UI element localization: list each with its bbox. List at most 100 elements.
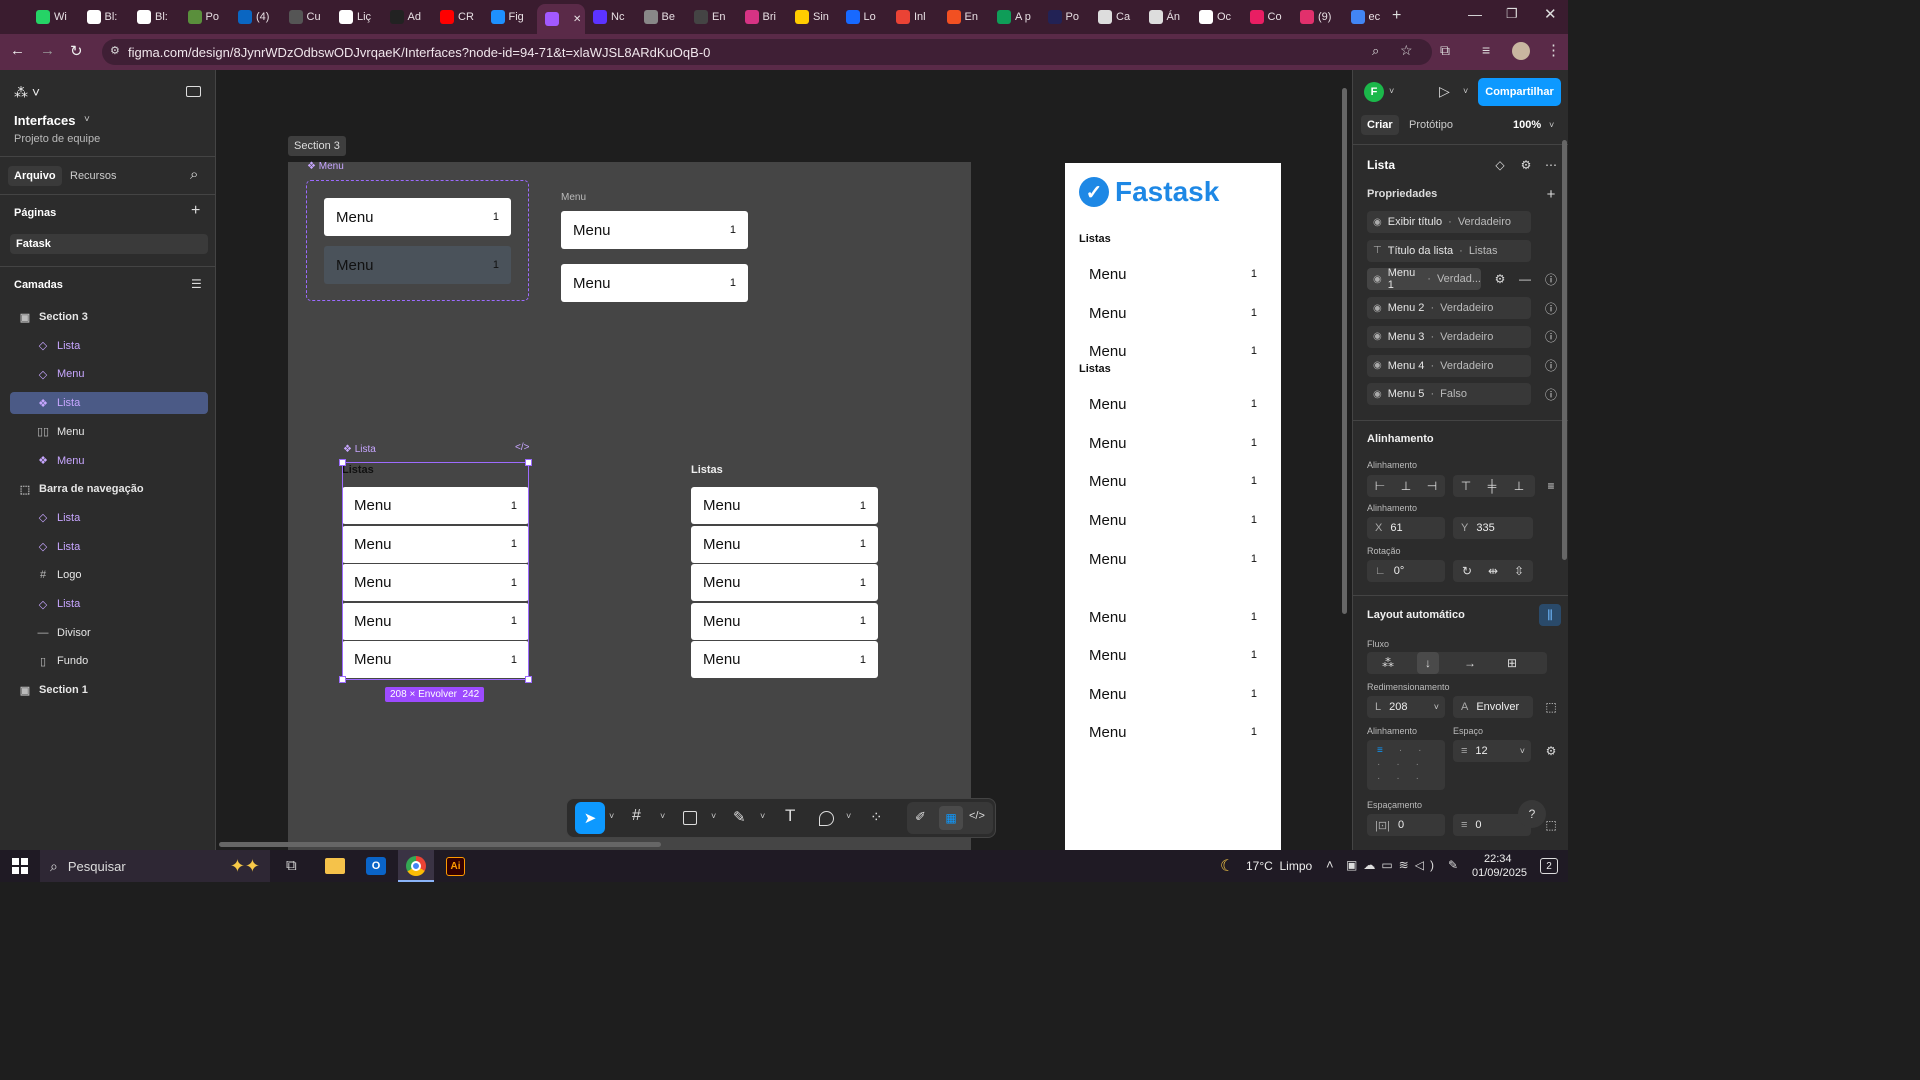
browser-tab[interactable]: Ca bbox=[1098, 6, 1144, 28]
back-icon[interactable]: ← bbox=[10, 42, 25, 59]
menu-instance[interactable]: Menu 1 bbox=[561, 264, 748, 302]
dev-mode-icon[interactable]: </> bbox=[969, 810, 985, 822]
rotate-icon[interactable]: ↻ bbox=[1456, 560, 1478, 582]
tray-chevron-icon[interactable]: ˄ bbox=[1326, 857, 1334, 872]
move-tool-button[interactable]: ➤ bbox=[575, 802, 605, 834]
info-icon[interactable]: ⓘ bbox=[1540, 355, 1562, 377]
chrome-icon[interactable] bbox=[398, 850, 434, 882]
resize-handle[interactable] bbox=[525, 676, 532, 683]
new-tab-button[interactable]: + bbox=[1392, 7, 1401, 25]
browser-tab[interactable]: Liç bbox=[339, 6, 385, 28]
align-right-icon[interactable]: ⊣ bbox=[1421, 475, 1443, 497]
browser-tab[interactable]: En bbox=[946, 6, 993, 28]
browser-tab[interactable]: Bl: bbox=[86, 6, 133, 28]
layer-item[interactable]: ❖ Lista bbox=[10, 392, 208, 415]
browser-tab[interactable]: Án bbox=[1148, 6, 1195, 28]
chevron-down-icon[interactable]: ˅ bbox=[84, 114, 90, 125]
bookmark-star-icon[interactable]: ☆ bbox=[1400, 42, 1413, 59]
property-row[interactable]: ⊤ Título da lista · Listas bbox=[1367, 239, 1531, 262]
add-property-icon[interactable]: + bbox=[1540, 183, 1562, 205]
browser-tab[interactable]: ec bbox=[1350, 6, 1397, 28]
layer-item[interactable]: ◇ Menu bbox=[10, 363, 208, 385]
gap-input[interactable]: ≡ 12 ˅ bbox=[1453, 740, 1531, 762]
align-top-icon[interactable]: ⊤ bbox=[1455, 475, 1477, 497]
canvas[interactable]: Section 3 ❖ Menu Menu 1 Menu 1 Menu Menu 1 … bbox=[217, 70, 1351, 850]
browser-tab[interactable]: (9) bbox=[1300, 6, 1346, 28]
browser-tab[interactable]: Inl bbox=[896, 6, 942, 28]
advanced-layout-icon[interactable]: ⚙ bbox=[1540, 740, 1562, 762]
layer-item[interactable]: ◇ Lista bbox=[10, 335, 208, 357]
distribute-icon[interactable]: ≡ bbox=[1540, 475, 1562, 497]
menu-item[interactable]: Menu 1 bbox=[1065, 256, 1281, 292]
browser-tab[interactable]: Nc bbox=[593, 6, 639, 28]
close-tab-icon[interactable]: ✕ bbox=[573, 14, 581, 25]
property-row[interactable]: ◉ Menu 2 · Verdadeiro bbox=[1367, 297, 1531, 320]
remove-property-icon[interactable]: — bbox=[1514, 268, 1536, 290]
chevron-down-icon[interactable]: ˅ bbox=[846, 811, 851, 821]
component-label[interactable]: ❖ Lista bbox=[343, 444, 376, 455]
browser-tab[interactable]: Po bbox=[187, 6, 234, 28]
browser-menu-icon[interactable]: ⋮ bbox=[1546, 41, 1561, 59]
flow-horizontal-icon[interactable]: → bbox=[1459, 652, 1481, 674]
property-row[interactable]: ◉ Exibir título · Verdadeiro bbox=[1367, 211, 1531, 233]
chevron-down-icon[interactable]: ˅ bbox=[760, 811, 765, 821]
rectangle-tool-icon[interactable] bbox=[683, 811, 697, 825]
align-center-v-icon[interactable]: ╪ bbox=[1481, 475, 1503, 497]
menu-item[interactable]: Menu 1 bbox=[1065, 333, 1281, 369]
align-bottom-icon[interactable]: ⊥ bbox=[1508, 475, 1530, 497]
outlook-icon[interactable]: O bbox=[366, 857, 386, 875]
horizontal-scrollbar[interactable] bbox=[219, 842, 661, 847]
resize-handle[interactable] bbox=[339, 459, 346, 466]
media-icon[interactable]: ≡ bbox=[1482, 42, 1490, 58]
info-icon[interactable]: ⓘ bbox=[1540, 383, 1562, 405]
component-label[interactable]: ❖ Menu bbox=[307, 161, 344, 172]
menu-item[interactable]: Menu 1 bbox=[691, 487, 878, 524]
browser-tab[interactable]: Bri bbox=[744, 6, 791, 28]
layers-list-icon[interactable]: ☰ bbox=[191, 277, 202, 291]
browser-tab[interactable]: Po bbox=[1047, 6, 1094, 28]
layer-item[interactable]: ▣ Section 3 bbox=[10, 306, 208, 328]
browser-tab[interactable]: CR bbox=[440, 6, 486, 28]
tab-design[interactable]: Criar bbox=[1361, 115, 1399, 135]
menu-item[interactable]: Menu 1 bbox=[691, 602, 878, 640]
frame-tool-icon[interactable]: # bbox=[632, 807, 641, 825]
menu-item[interactable]: Menu 1 bbox=[1065, 676, 1281, 712]
menu-item[interactable]: Menu 1 bbox=[1065, 599, 1281, 635]
url-field[interactable]: ⚙ figma.com/design/8JynrWDzOdbswODJvrqae… bbox=[102, 39, 1432, 65]
file-title[interactable]: Interfaces bbox=[14, 113, 75, 128]
menu-item[interactable]: Menu 1 bbox=[1065, 386, 1281, 422]
add-page-icon[interactable]: + bbox=[191, 202, 200, 220]
section-label[interactable]: Section 3 bbox=[288, 136, 346, 156]
alignment-grid[interactable]: ≡·· ··· ··· bbox=[1367, 740, 1445, 790]
browser-tab[interactable]: Cu bbox=[288, 6, 335, 28]
layer-item[interactable]: ❖ Menu bbox=[10, 450, 208, 472]
chevron-down-icon[interactable]: ˅ bbox=[711, 811, 716, 821]
layer-item[interactable]: # Logo bbox=[10, 564, 208, 586]
resize-handle[interactable] bbox=[339, 676, 346, 683]
clock-date[interactable]: 01/09/2025 bbox=[1472, 867, 1527, 879]
tray-icons[interactable]: ▣☁▭≋◁) bbox=[1346, 858, 1440, 872]
individual-padding-icon[interactable]: ⬚ bbox=[1540, 814, 1562, 836]
layer-item[interactable]: ⬚ Barra de navegação bbox=[10, 478, 208, 500]
autolayout-icon[interactable]: ⫼ bbox=[1539, 604, 1561, 626]
panel-scrollbar[interactable] bbox=[1562, 140, 1567, 560]
browser-tab[interactable]: Co bbox=[1249, 6, 1296, 28]
windows-start-icon[interactable] bbox=[12, 858, 28, 874]
browser-tab[interactable]: (4) bbox=[238, 6, 284, 28]
frame-label[interactable]: Menu bbox=[561, 192, 586, 203]
menu-instance[interactable]: Menu 1 bbox=[561, 211, 748, 249]
property-row[interactable]: ◉ Menu 4 · Verdadeiro bbox=[1367, 354, 1531, 377]
menu-item[interactable]: Menu 1 bbox=[1065, 425, 1281, 461]
browser-tab[interactable]: Oc bbox=[1199, 6, 1245, 28]
selection-box[interactable] bbox=[342, 462, 529, 680]
share-button[interactable]: Compartilhar bbox=[1478, 78, 1561, 106]
code-icon[interactable]: </> bbox=[515, 442, 529, 453]
browser-tab[interactable]: A p bbox=[997, 6, 1043, 28]
layer-item[interactable]: ▯▯ Menu bbox=[10, 421, 208, 443]
layer-item[interactable]: ◇ Lista bbox=[10, 507, 208, 529]
toggle-sidebar-icon[interactable] bbox=[186, 86, 201, 97]
menu-item[interactable]: Menu 1 bbox=[1065, 295, 1281, 331]
chevron-down-icon[interactable]: ˅ bbox=[1389, 86, 1394, 96]
vertical-scrollbar[interactable] bbox=[1342, 88, 1347, 614]
zoom-icon[interactable]: ⌕ bbox=[1372, 43, 1379, 59]
